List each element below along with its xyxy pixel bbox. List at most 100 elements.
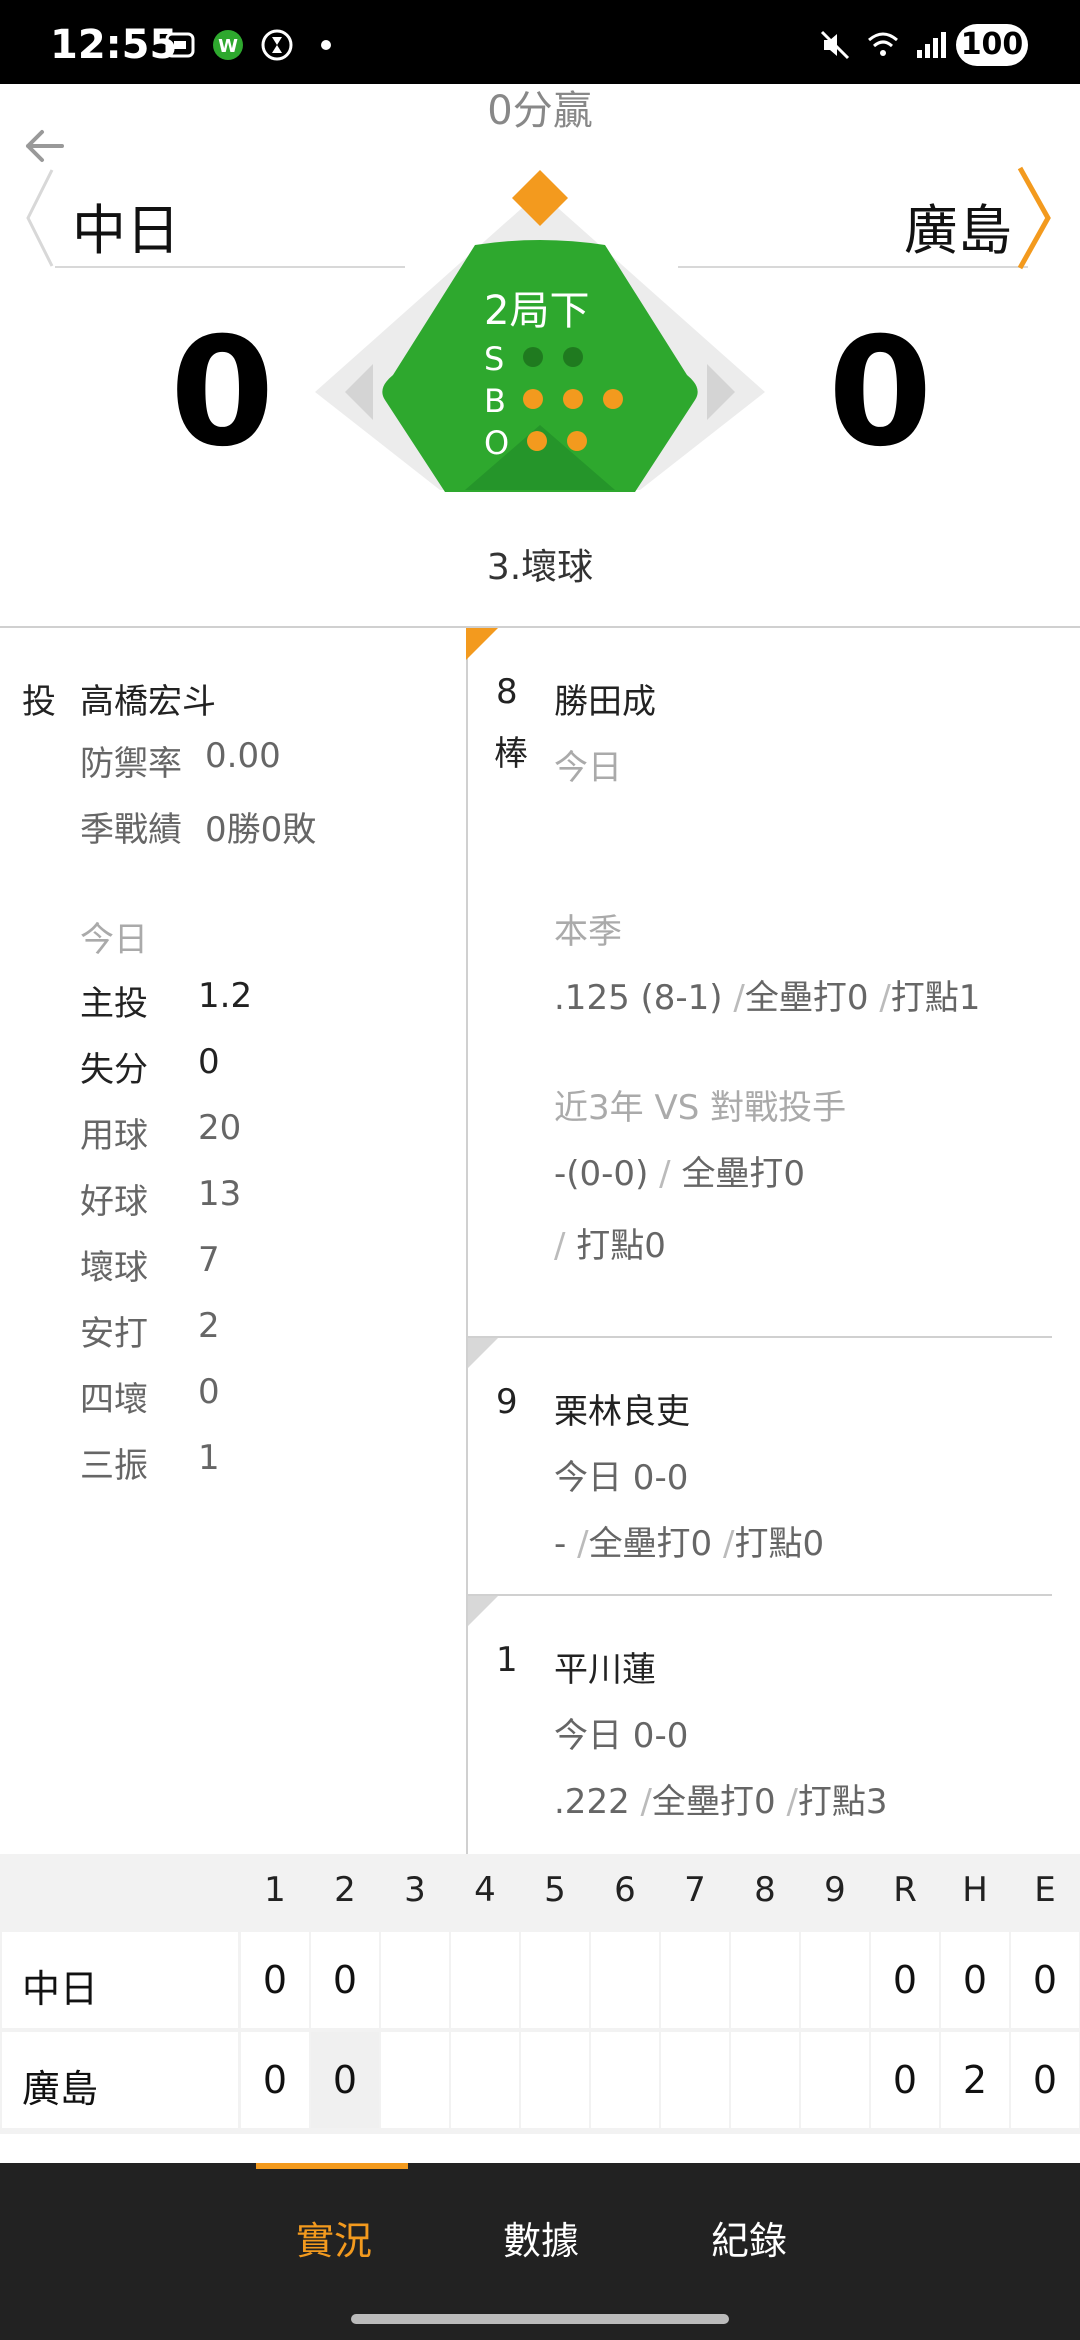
- pitcher-name[interactable]: 高橋宏斗: [80, 674, 216, 723]
- away-score: 0: [170, 306, 275, 480]
- tab-live[interactable]: 實況: [296, 2210, 372, 2265]
- separator: /: [659, 1154, 671, 1194]
- linescore-cell: [521, 1932, 589, 2028]
- linescore-cell: [451, 2032, 519, 2128]
- home-score: 0: [828, 306, 933, 480]
- linescore-header: 5: [544, 1870, 566, 1910]
- linescore-value: 0: [1032, 2058, 1058, 2102]
- separator: /: [554, 1226, 566, 1266]
- stat-label: 失分: [80, 1050, 148, 1090]
- stat-value: 1.2: [198, 976, 253, 1016]
- away-team-name: 中日: [72, 199, 180, 262]
- batter-name: 平川蓮: [554, 1650, 656, 1690]
- inning-indicator: 2局下: [484, 288, 590, 334]
- linescore-header: H: [962, 1870, 988, 1910]
- batter-hr: 全壘打0: [588, 1524, 713, 1564]
- ball-dot: [603, 389, 623, 409]
- stat-value: 7: [198, 1240, 220, 1280]
- linescore-cell: [381, 1932, 449, 2028]
- season-rbi: 打點1: [890, 978, 981, 1018]
- out-dot: [527, 431, 547, 451]
- status-time: 12:55: [50, 22, 178, 68]
- linescore-header: 1: [264, 1870, 286, 1910]
- strike-dot: [563, 347, 583, 367]
- linescore-cell: [661, 1932, 729, 2028]
- svg-text:W: W: [218, 36, 238, 57]
- batter-name: 栗林良吏: [554, 1392, 690, 1432]
- batter-name: 勝田成: [554, 682, 656, 722]
- era-value: 0.00: [205, 736, 281, 776]
- screenshot-icon: [165, 32, 195, 58]
- season-hr: 全壘打0: [744, 978, 869, 1018]
- stat-value: 2: [198, 1306, 220, 1346]
- strike-label: S: [484, 340, 505, 378]
- pitcher-today-label: 今日: [80, 920, 148, 960]
- signal-icon: [917, 32, 946, 58]
- linescore-value: 0: [892, 2058, 918, 2102]
- batter-order: 9: [496, 1382, 518, 1422]
- linescore-cell: [801, 2032, 869, 2128]
- linescore-value: 0: [262, 1958, 288, 2002]
- tab-stats[interactable]: 數據: [503, 2210, 579, 2265]
- separator: /: [577, 1524, 589, 1564]
- column-divider: [466, 628, 468, 1854]
- linescore-value: 0: [332, 2058, 358, 2102]
- separator: /: [733, 978, 745, 1018]
- linescore-team-name: 中日: [22, 1967, 99, 2011]
- prev-game-chevron-icon[interactable]: [22, 168, 62, 268]
- linescore-header: E: [1034, 1870, 1056, 1910]
- batter-marker-icon: [468, 1338, 498, 1368]
- linescore-header: 2: [334, 1870, 356, 1910]
- vs-avg: -(0-0): [554, 1154, 649, 1194]
- vs-hr: 全壘打0: [681, 1154, 806, 1194]
- batter-today-label: 今日: [554, 748, 622, 788]
- linescore-value: 2: [962, 2058, 988, 2102]
- linescore-cell: [801, 1932, 869, 2028]
- linescore-header: 6: [614, 1870, 636, 1910]
- tab-records[interactable]: 紀錄: [711, 2210, 787, 2265]
- stat-label: 主投: [80, 984, 148, 1024]
- home-indicator[interactable]: [351, 2314, 729, 2324]
- wifi-icon: [868, 32, 898, 56]
- linescore-cell: [451, 1932, 519, 2028]
- linescore-header: 4: [474, 1870, 496, 1910]
- era-label: 防禦率: [80, 744, 182, 784]
- linescore-value: 0: [962, 1958, 988, 2002]
- batter-avg: -: [554, 1524, 567, 1564]
- linescore-header: R: [893, 1870, 917, 1910]
- batter-divider: [468, 1594, 1052, 1596]
- linescore-cell: [381, 2032, 449, 2128]
- separator: /: [786, 1782, 798, 1822]
- separator: /: [723, 1524, 735, 1564]
- stat-value: 0: [198, 1042, 220, 1082]
- batter-rbi: 打點3: [797, 1782, 888, 1822]
- active-tab-indicator: [256, 2163, 408, 2169]
- stat-value: 1: [198, 1438, 220, 1478]
- stat-label: 用球: [80, 1116, 148, 1156]
- current-batter-marker-icon: [466, 628, 498, 660]
- linescore-cell: [591, 1932, 659, 2028]
- at-bat-label: 棒: [494, 734, 528, 774]
- batter-order: 8: [496, 672, 518, 712]
- out-label: O: [484, 424, 510, 462]
- notification-dot-icon: [321, 40, 331, 50]
- status-bar: 12:55 W 100: [0, 0, 1080, 84]
- back-arrow-icon[interactable]: [22, 128, 66, 164]
- vs-rbi: 打點0: [576, 1226, 666, 1266]
- batter-hr: 全壘打0: [651, 1782, 776, 1822]
- ball-dot: [523, 389, 543, 409]
- linescore-cell: [731, 1932, 799, 2028]
- section-divider: [0, 626, 1080, 628]
- stat-label: 四壞: [80, 1380, 148, 1420]
- separator: /: [879, 978, 891, 1018]
- linescore-cell: [661, 2032, 729, 2128]
- batter-divider: [468, 1336, 1052, 1338]
- ball-dot: [563, 389, 583, 409]
- stat-value: 13: [198, 1174, 242, 1214]
- pitcher-role: 投: [22, 682, 56, 722]
- stat-label: 安打: [80, 1314, 148, 1354]
- linescore-header: 3: [404, 1870, 426, 1910]
- next-game-chevron-icon[interactable]: [1012, 166, 1058, 270]
- ball-label: B: [484, 382, 506, 420]
- separator: /: [640, 1782, 652, 1822]
